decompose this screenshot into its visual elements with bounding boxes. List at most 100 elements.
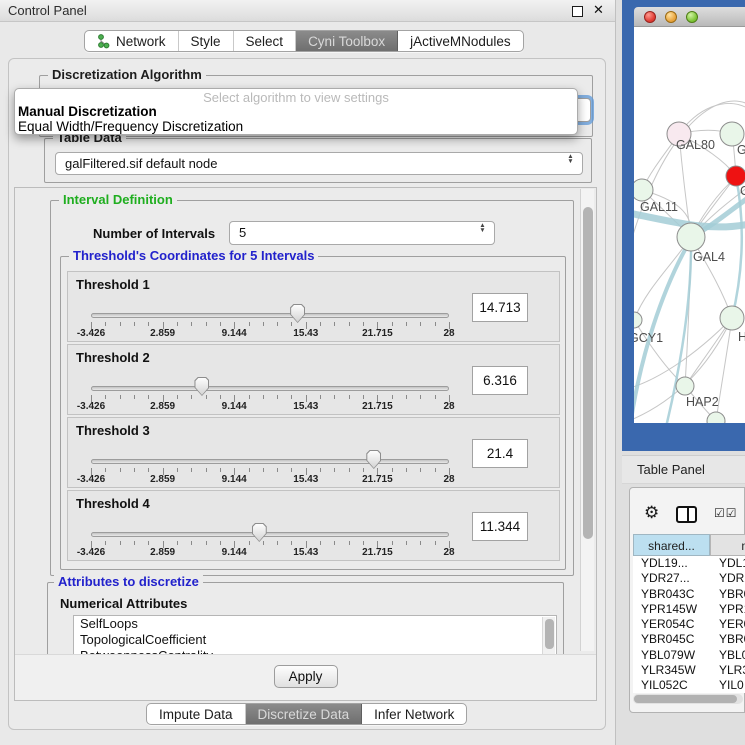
slider-thumb[interactable] — [252, 523, 267, 542]
slider-tick — [406, 541, 407, 545]
network-view-window[interactable]: GAL80G.CGAL11GAL4GCY1HHAP2 — [622, 0, 745, 451]
interval-definition-group: Interval Definition Number of Intervals … — [50, 200, 574, 576]
slider-tick — [206, 468, 207, 472]
network-node[interactable] — [677, 223, 705, 251]
slider-thumb[interactable] — [290, 304, 305, 323]
slider-tick — [349, 322, 350, 326]
threshold-row: Threshold 4-3.4262.8599.14415.4321.71528… — [67, 490, 560, 561]
slider-tick — [249, 541, 250, 545]
threshold-value-field[interactable]: 6.316 — [472, 366, 528, 395]
tab-cyni-toolbox[interactable]: Cyni Toolbox — [296, 31, 398, 51]
cyni-mode-tabs: Impute Data Discretize DataInfer Network — [146, 703, 467, 725]
tab-label: Select — [246, 34, 284, 49]
dropdown-option-equal-width[interactable]: Equal Width/Frequency Discretization — [18, 119, 568, 134]
tab-infer-network[interactable]: Infer Network — [362, 704, 466, 724]
cyni-toolbox-content: Discretization Algorithm Select algorith… — [8, 58, 606, 730]
float-window-icon[interactable] — [572, 6, 583, 17]
close-icon[interactable]: ✕ — [593, 2, 604, 18]
slider-thumb[interactable] — [194, 377, 209, 396]
network-node[interactable] — [720, 306, 744, 330]
table-horizontal-scrollbar[interactable] — [633, 694, 743, 704]
checkbox-icons[interactable]: ☑☑ — [714, 506, 738, 520]
slider-tick — [420, 395, 421, 399]
network-edge[interactable] — [634, 237, 691, 320]
threshold-value-field[interactable]: 11.344 — [472, 512, 528, 541]
scrollbar-thumb[interactable] — [583, 207, 593, 539]
table-row[interactable]: YBL079WYBL0 — [633, 648, 745, 663]
cell-shared-name: YDL19... — [641, 556, 688, 570]
cell-shared-name: YBR045C — [641, 632, 694, 646]
table-row[interactable]: YDL19...YDL1 — [633, 556, 745, 571]
slider-thumb[interactable] — [366, 450, 381, 469]
slider-track[interactable] — [91, 459, 449, 464]
table-row[interactable]: YBR043CYBR0 — [633, 587, 745, 602]
tab-label: Impute Data — [159, 707, 233, 722]
slider-tick — [120, 541, 121, 545]
attribute-list-item[interactable]: SelfLoops — [74, 616, 556, 632]
slider-track[interactable] — [91, 386, 449, 391]
network-node[interactable] — [676, 377, 694, 395]
network-node[interactable] — [634, 312, 642, 328]
settings-scroll-panel: Interval Definition Number of Intervals … — [14, 187, 597, 701]
number-of-intervals-combobox[interactable]: 5 ▲▼ — [229, 221, 495, 245]
dropdown-prompt-item[interactable]: Select algorithm to view settings — [15, 90, 577, 105]
network-node[interactable] — [634, 179, 653, 201]
slider-scale-label: 9.144 — [222, 328, 247, 339]
tab-impute-data[interactable]: Impute Data — [147, 704, 246, 724]
tab-style[interactable]: Style — [179, 31, 234, 51]
table-data-combobox[interactable]: galFiltered.sif default node ▲▼ — [55, 152, 583, 175]
split-columns-icon[interactable] — [676, 506, 697, 523]
table-row[interactable]: YLR345WYLR3 — [633, 663, 745, 678]
network-node[interactable] — [707, 412, 725, 423]
tab-select[interactable]: Select — [234, 31, 297, 51]
slider-tick — [263, 541, 264, 545]
slider-tick — [263, 395, 264, 399]
slider-tick — [420, 541, 421, 545]
discretization-algorithm-title: Discretization Algorithm — [48, 68, 206, 82]
network-window-titlebar — [634, 7, 745, 27]
thresholds-group: Threshold's Coordinates for 5 Intervals … — [60, 256, 566, 570]
column-header-name[interactable]: na — [710, 534, 745, 556]
threshold-label: Threshold 4 — [76, 496, 150, 511]
table-data-value: galFiltered.sif default node — [65, 156, 217, 171]
mac-zoom-icon[interactable] — [686, 11, 698, 23]
slider-tick — [392, 395, 393, 399]
threshold-value-field[interactable]: 21.4 — [472, 439, 528, 468]
slider-tick — [220, 468, 221, 472]
slider-tick — [406, 395, 407, 399]
mac-close-icon[interactable] — [644, 11, 656, 23]
gear-icon[interactable]: ⚙ — [644, 504, 659, 521]
slider-tick — [291, 395, 292, 399]
slider-tick — [263, 468, 264, 472]
network-node[interactable] — [726, 166, 745, 186]
table-row[interactable]: YER054CYER0 — [633, 617, 745, 632]
table-row[interactable]: YIL052CYIL0 — [633, 678, 745, 693]
slider-track[interactable] — [91, 532, 449, 537]
cell-name: YPR1 — [719, 602, 745, 616]
slider-tick — [120, 468, 121, 472]
table-row[interactable]: YPR145WYPR1 — [633, 602, 745, 617]
mac-minimize-icon[interactable] — [665, 11, 677, 23]
attribute-list-item[interactable]: TopologicalCoefficient — [74, 632, 556, 648]
table-row[interactable]: YBR045CYBR0 — [633, 632, 745, 647]
settings-scrollbar[interactable] — [580, 189, 594, 651]
slider-tick — [291, 541, 292, 545]
network-node-label: GAL11 — [640, 200, 678, 214]
scrollbar-thumb[interactable] — [634, 695, 737, 703]
slider-scale-label: 21.715 — [362, 328, 393, 339]
dropdown-option-manual[interactable]: Manual Discretization — [18, 104, 568, 119]
column-header-shared[interactable]: shared... — [633, 534, 710, 556]
slider-tick — [334, 322, 335, 326]
slider-track[interactable] — [91, 313, 449, 318]
slider-scale-label: 28 — [443, 328, 454, 339]
scrollbar-thumb[interactable] — [545, 619, 554, 649]
tab-network[interactable]: Network — [85, 31, 179, 51]
threshold-value-field[interactable]: 14.713 — [472, 293, 528, 322]
slider-tick — [220, 395, 221, 399]
tab-jactivemnodules[interactable]: jActiveMNodules — [398, 31, 523, 51]
tab-discretize-data[interactable]: Discretize Data — [246, 704, 363, 724]
network-canvas[interactable]: GAL80G.CGAL11GAL4GCY1HHAP2 — [634, 27, 745, 423]
apply-button[interactable]: Apply — [274, 665, 338, 688]
slider-tick — [177, 468, 178, 472]
table-row[interactable]: YDR27...YDR2 — [633, 571, 745, 586]
